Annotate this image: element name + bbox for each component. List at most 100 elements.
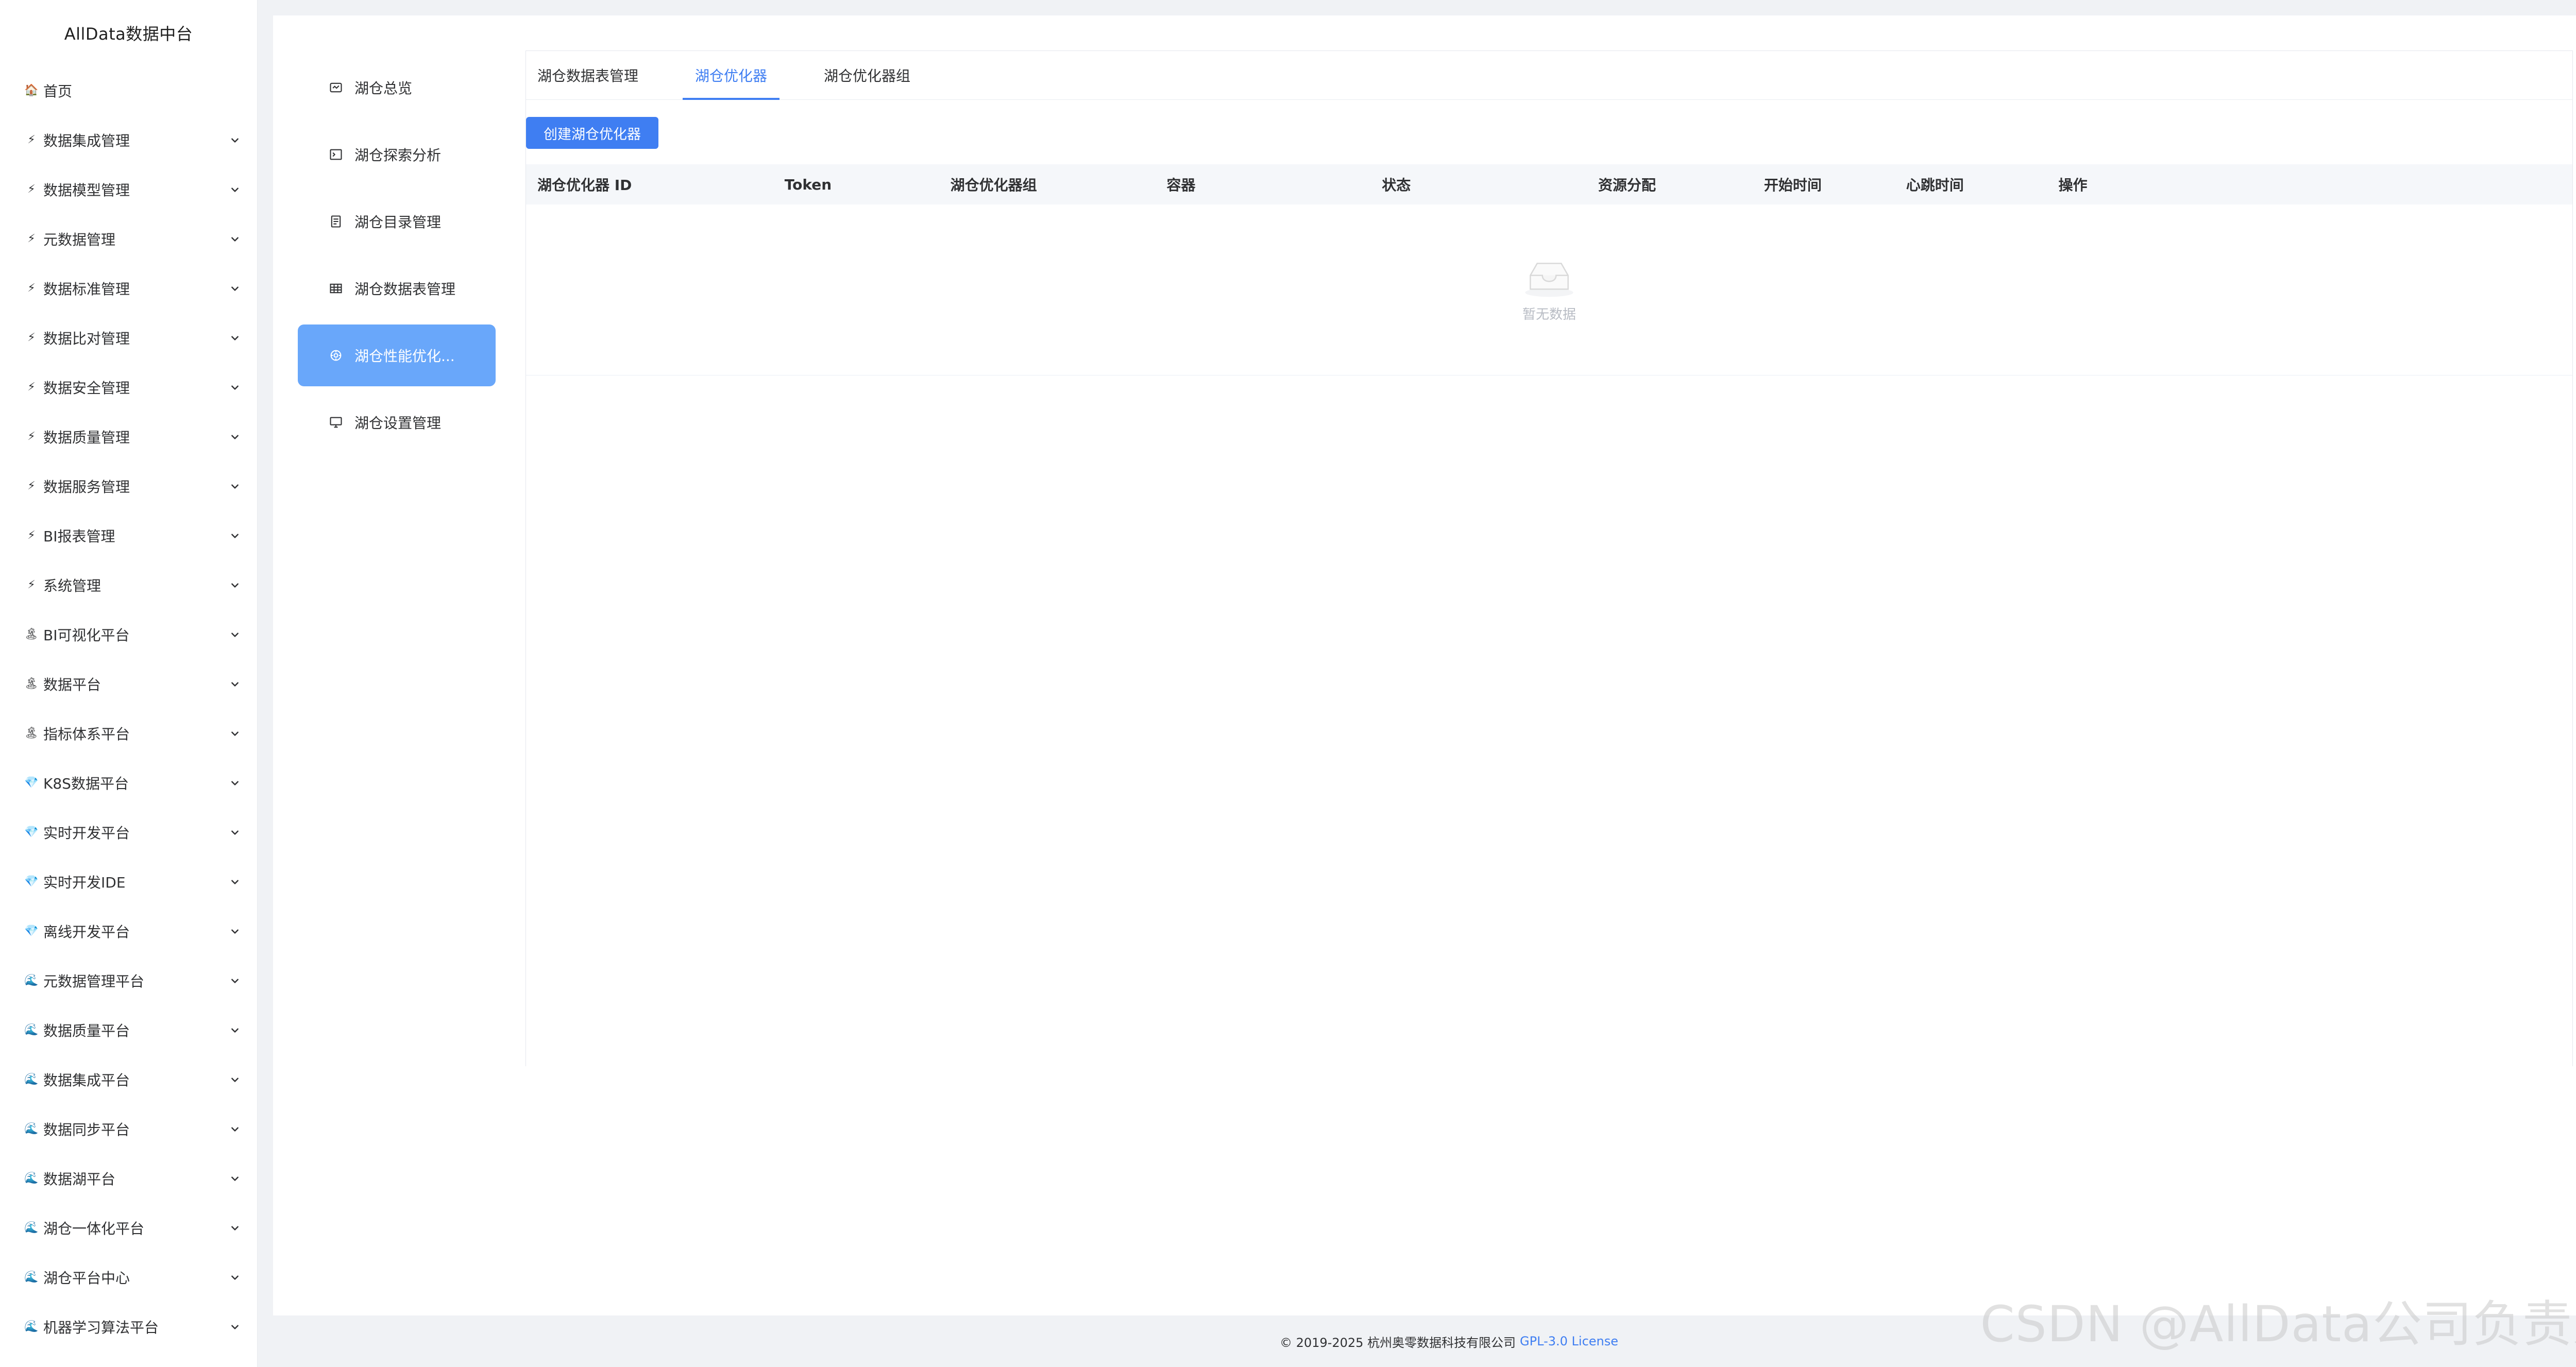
sidebar-item[interactable]: ⚡ 数据服务管理	[0, 462, 257, 511]
gem-icon: 💎	[24, 826, 39, 839]
submenu-item[interactable]: 湖仓目录管理	[298, 191, 496, 252]
sidebar-item[interactable]: 💎 实时开发平台	[0, 808, 257, 857]
submenu-item-label: 湖仓目录管理	[354, 214, 442, 231]
chevron-down-icon	[230, 580, 240, 590]
sidebar-item[interactable]: ⚡ 元数据管理	[0, 214, 257, 264]
chevron-down-icon	[230, 234, 240, 244]
table-column-header: 心跳时间	[1906, 177, 1964, 194]
sidebar-item[interactable]: 🌊 湖仓一体化平台	[0, 1203, 257, 1253]
optimizer-table: 湖仓优化器 ID Token 湖仓优化器组 容器 状态 资源分配 开始时间 心跳时间 操作 暂无…	[526, 164, 2572, 375]
sidebar-item[interactable]: 🏝 数据平台	[0, 659, 257, 709]
table-column-header: 开始时间	[1764, 177, 1822, 194]
table-column-header: 资源分配	[1598, 177, 1656, 194]
sidebar-item[interactable]: 🌊 机器学习算法平台	[0, 1302, 257, 1352]
table-column-header: 操作	[2058, 177, 2088, 194]
overview-icon	[329, 80, 343, 95]
monitor-icon	[329, 415, 343, 430]
sidebar-item-label: 实时开发平台	[43, 825, 130, 842]
sidebar-item-label: 离线开发平台	[43, 924, 130, 941]
chevron-down-icon	[230, 531, 240, 540]
lightning-icon: ⚡	[27, 282, 36, 295]
create-optimizer-button[interactable]: 创建湖仓优化器	[526, 117, 658, 149]
lightning-icon: ⚡	[27, 480, 36, 492]
sidebar-item[interactable]: ⚡ 数据比对管理	[0, 313, 257, 363]
table-empty-state: 暂无数据	[526, 204, 2572, 375]
sidebar-item[interactable]: 🏠 首页	[0, 66, 257, 115]
lightning-icon: ⚡	[27, 331, 36, 344]
lightning-icon: ⚡	[27, 529, 36, 542]
sidebar-item[interactable]: 🌊 数据同步平台	[0, 1104, 257, 1154]
lightning-icon: ⚡	[27, 183, 36, 196]
sidebar-item[interactable]: 🌊 元数据管理平台	[0, 956, 257, 1005]
gem-icon: 💎	[24, 925, 39, 937]
sidebar-item-label: 数据质量平台	[43, 1022, 130, 1039]
gem-icon: 💎	[24, 776, 39, 789]
sidebar-item[interactable]: 🌊 湖仓平台中心	[0, 1253, 257, 1302]
chevron-down-icon	[230, 284, 240, 293]
lightning-icon: ⚡	[27, 578, 36, 591]
sidebar-item-label: 数据服务管理	[43, 479, 130, 495]
sidebar-item[interactable]: 💎 实时开发IDE	[0, 857, 257, 907]
chevron-down-icon	[230, 1223, 240, 1233]
main-panel: 湖仓总览 湖仓探索分析 湖仓目录管理 湖仓数据表管理 湖仓性能优化... 湖仓设置管理 湖…	[273, 15, 2576, 1315]
sidebar-item[interactable]: ⚡ 数据集成管理	[0, 115, 257, 165]
sidebar-nav: 🏠 首页 ⚡ 数据集成管理 ⚡ 数据模型管理 ⚡ 元数据管理 ⚡ 数据标准管理 ⚡ 数据比对管理 ⚡ 数据…	[0, 66, 257, 1352]
chevron-down-icon	[230, 1273, 240, 1282]
sidebar-item-label: 数据同步平台	[43, 1121, 130, 1138]
submenu-item-label: 湖仓探索分析	[354, 147, 442, 164]
submenu-item[interactable]: 湖仓数据表管理	[298, 258, 496, 319]
sidebar-item[interactable]: ⚡ 数据模型管理	[0, 165, 257, 214]
sidebar-item[interactable]: 🌊 数据质量平台	[0, 1005, 257, 1055]
chevron-down-icon	[230, 1124, 240, 1134]
sidebar-item-label: 数据集成管理	[43, 132, 130, 149]
chevron-down-icon	[230, 1322, 240, 1331]
toolbar: 创建湖仓优化器	[526, 100, 2572, 164]
app-root: AllData数据中台 🏠 首页 ⚡ 数据集成管理 ⚡ 数据模型管理 ⚡ 元数据管理 ⚡ 数据标准…	[0, 0, 2576, 1367]
sidebar-item-label: 元数据管理	[43, 231, 116, 248]
tab-item[interactable]: 湖仓优化器组	[811, 50, 923, 99]
table-column-header: 容器	[1166, 177, 1196, 194]
lightning-icon: ⚡	[27, 381, 36, 394]
sidebar-item[interactable]: 💎 K8S数据平台	[0, 758, 257, 808]
chevron-down-icon	[230, 383, 240, 392]
sidebar-item-label: K8S数据平台	[43, 775, 129, 792]
sidebar-item-label: 湖仓平台中心	[43, 1270, 130, 1287]
sidebar-item[interactable]: ⚡ 系统管理	[0, 560, 257, 610]
sidebar-item[interactable]: 🏝 指标体系平台	[0, 709, 257, 758]
sidebar-item[interactable]: 🌊 数据湖平台	[0, 1154, 257, 1203]
sidebar-item-label: 指标体系平台	[43, 726, 130, 743]
sidebar-item-label: 数据湖平台	[43, 1171, 116, 1188]
sidebar-item[interactable]: 💎 离线开发平台	[0, 907, 257, 956]
sidebar-item[interactable]: ⚡ 数据安全管理	[0, 363, 257, 412]
submenu-item-label: 湖仓性能优化...	[354, 348, 455, 365]
tab-item[interactable]: 湖仓优化器	[683, 50, 780, 100]
sidebar-item-label: 数据集成平台	[43, 1072, 130, 1089]
submenu-item[interactable]: 湖仓总览	[298, 57, 496, 118]
lakehouse-submenu: 湖仓总览湖仓探索分析 湖仓目录管理湖仓数据表管理湖仓性能优化... 湖仓设置管理	[298, 57, 496, 458]
sidebar-item[interactable]: ⚡ BI报表管理	[0, 511, 257, 560]
sidebar-item[interactable]: 🌊 数据集成平台	[0, 1055, 257, 1104]
submenu-item[interactable]: 湖仓设置管理	[298, 391, 496, 453]
sidebar-item-label: 实时开发IDE	[43, 874, 126, 891]
sidebar-item[interactable]: 🏝 BI可视化平台	[0, 610, 257, 659]
tab-item[interactable]: 湖仓数据表管理	[537, 50, 651, 99]
home-icon: 🏠	[24, 84, 39, 97]
sidebar-item-label: 元数据管理平台	[43, 973, 145, 990]
sidebar-item[interactable]: ⚡ 数据质量管理	[0, 412, 257, 462]
sidebar-item-label: 机器学习算法平台	[43, 1319, 159, 1336]
sidebar-item-label: 数据模型管理	[43, 182, 130, 199]
chevron-down-icon	[230, 927, 240, 936]
submenu-item[interactable]: 湖仓探索分析	[298, 124, 496, 185]
sidebar-item[interactable]: ⚡ 数据标准管理	[0, 264, 257, 313]
island-icon: 🏝	[24, 628, 39, 641]
chevron-down-icon	[230, 432, 240, 441]
license-link[interactable]: GPL-3.0 License	[1520, 1334, 1618, 1348]
table-column-header: 状态	[1382, 177, 1411, 194]
chevron-down-icon	[230, 729, 240, 738]
chevron-down-icon	[230, 778, 240, 788]
chevron-down-icon	[230, 1026, 240, 1035]
submenu-item-label: 湖仓设置管理	[354, 415, 442, 432]
sidebar-item-label: 数据比对管理	[43, 330, 130, 347]
submenu-item[interactable]: 湖仓性能优化...	[298, 324, 496, 386]
optimizer-card: 湖仓数据表管理 湖仓优化器 湖仓优化器组 创建湖仓优化器 湖仓优化器 ID Token…	[526, 50, 2573, 1066]
